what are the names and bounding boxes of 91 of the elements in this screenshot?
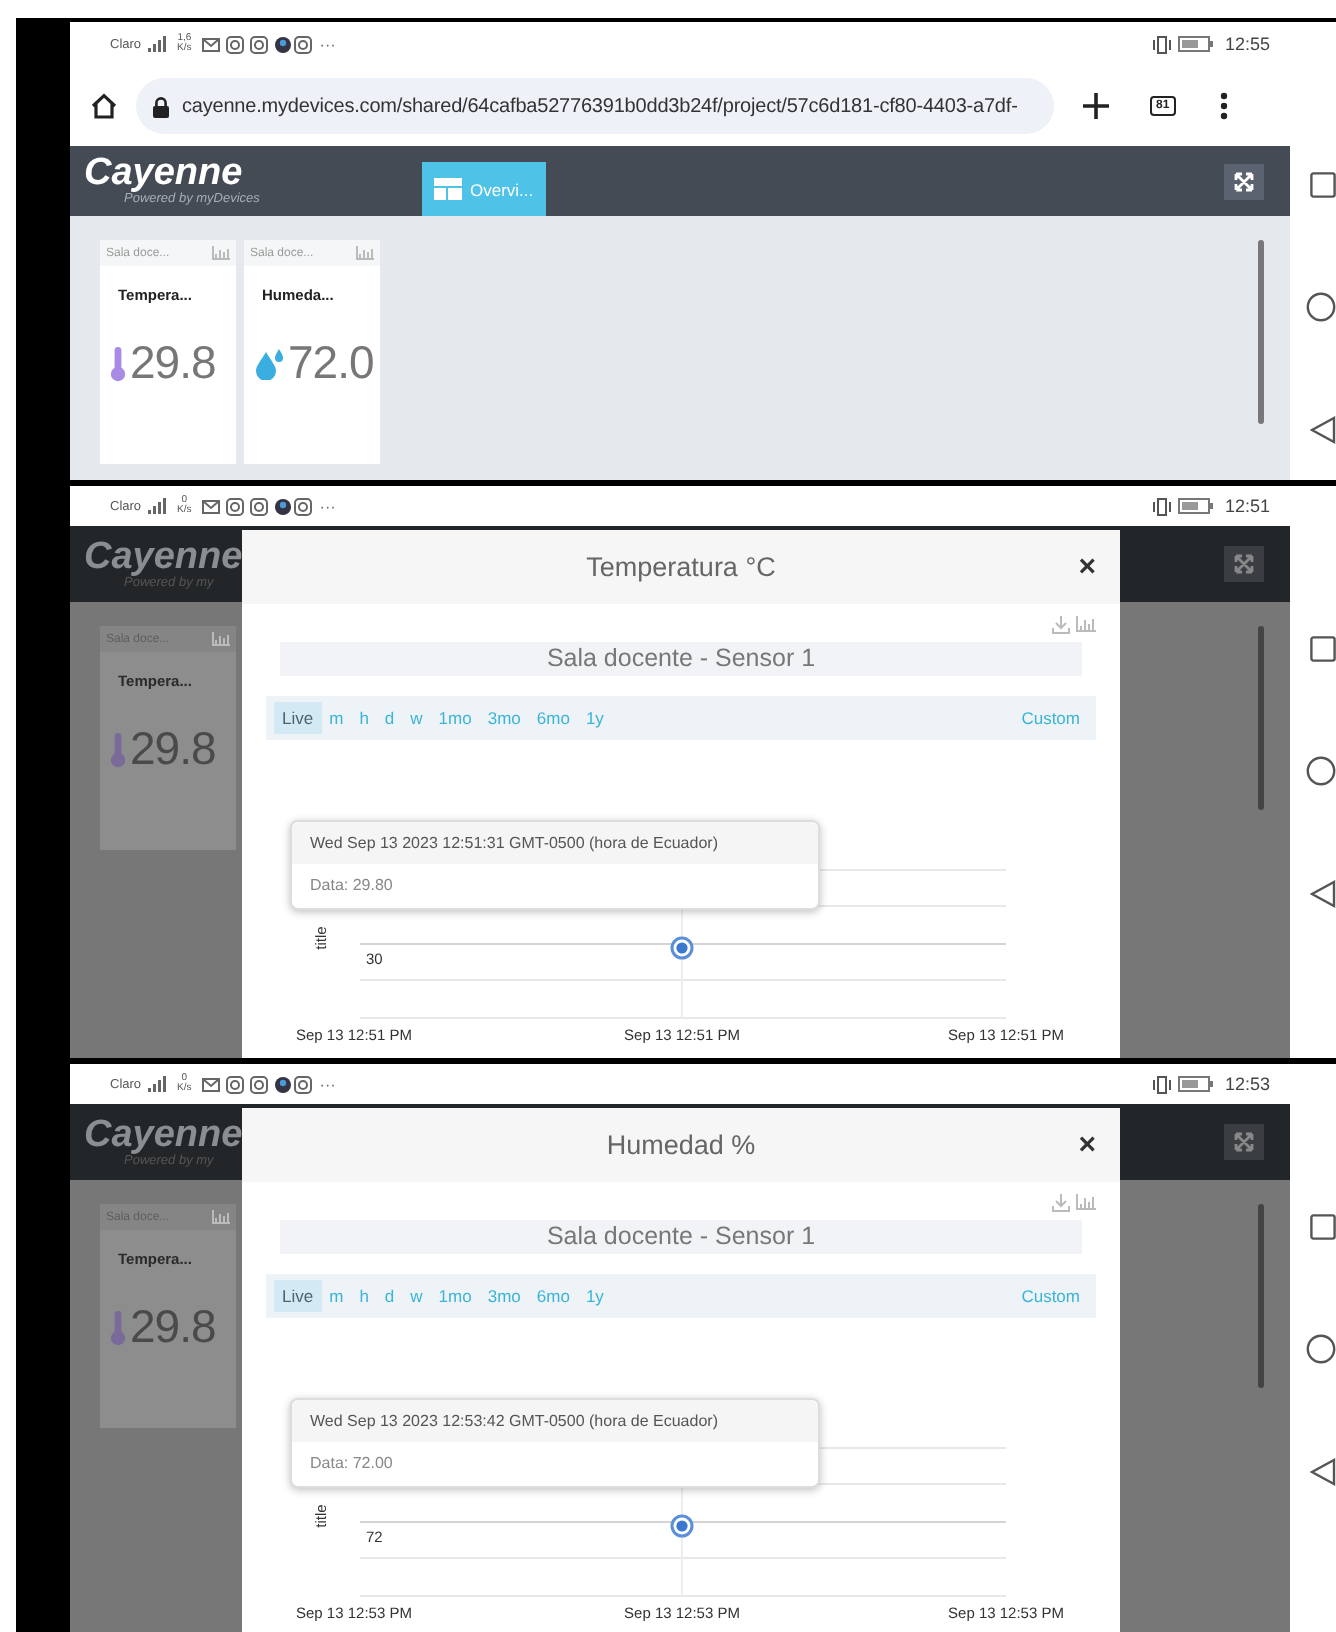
logo-text: Cayenne <box>84 537 245 575</box>
range-tab[interactable]: m <box>321 702 352 734</box>
scrollbar[interactable] <box>1258 240 1264 424</box>
range-tab[interactable]: h <box>351 1280 377 1312</box>
menu-icon[interactable] <box>1219 92 1228 120</box>
range-tab[interactable]: Live <box>274 702 322 734</box>
expand-icon <box>1234 1132 1254 1152</box>
thermometer-icon <box>110 345 126 381</box>
fullscreen-button[interactable] <box>1224 164 1264 200</box>
sensor-value: 29.8 <box>130 336 216 390</box>
close-button[interactable]: × <box>1078 552 1096 582</box>
water-drop-icon <box>254 347 284 379</box>
clock-time: 12:55 <box>1224 34 1270 54</box>
range-tab[interactable]: 6mo <box>528 702 578 734</box>
range-tab[interactable]: w <box>402 1280 431 1312</box>
thermometer-icon <box>110 731 126 767</box>
range-tab[interactable]: 3mo <box>479 1280 529 1312</box>
range-tab[interactable]: 3mo <box>479 702 529 734</box>
data-point <box>670 936 694 960</box>
range-tab[interactable]: 1y <box>577 702 612 734</box>
notification-icons-drawing <box>201 1075 314 1093</box>
square-icon[interactable] <box>1310 172 1336 198</box>
data-point <box>670 1514 694 1538</box>
range-tab[interactable]: m <box>321 1280 352 1312</box>
range-tab[interactable]: h <box>351 702 377 734</box>
plus-icon[interactable] <box>1082 92 1110 120</box>
back-icon[interactable] <box>1310 416 1336 444</box>
chart-icon <box>212 632 230 646</box>
back-icon[interactable] <box>1310 880 1336 908</box>
fullscreen-button[interactable] <box>1224 546 1264 582</box>
custom-range-tab[interactable]: Custom <box>1013 702 1088 734</box>
expand-icon <box>1234 554 1254 574</box>
range-tab[interactable]: w <box>402 702 431 734</box>
vibrate-icon <box>1152 497 1173 515</box>
address-bar[interactable]: cayenne.mydevices.com/shared/64cafba52776391b0dd3b24f/project/57c6d181-cf80-4403-a7df- <box>136 78 1054 134</box>
vibrate-icon <box>1152 1075 1173 1093</box>
range-tab[interactable]: Live <box>274 1280 322 1312</box>
thermometer-icon <box>110 1309 126 1345</box>
circle-icon[interactable] <box>1306 756 1336 786</box>
dashboard-icon <box>434 178 462 200</box>
sensor-value: 72.0 <box>288 336 374 390</box>
sensor-value: 29.8 <box>130 722 216 776</box>
square-icon[interactable] <box>1310 636 1336 662</box>
url-text: cayenne.mydevices.com/shared/64cafba52776391b0dd3b24f/project/57c6d181-cf80-4403-a7df- <box>182 95 1018 117</box>
clock-time: 12:53 <box>1224 1074 1270 1094</box>
battery-icon <box>1178 36 1215 52</box>
scrollbar[interactable] <box>1258 626 1264 810</box>
chart-icon <box>356 246 374 260</box>
fullscreen-button[interactable] <box>1224 1124 1264 1160</box>
lock-icon <box>152 95 170 117</box>
logo-text: Cayenne <box>84 154 243 192</box>
chart-icon <box>212 1210 230 1224</box>
more-notifications: ··· <box>319 497 336 515</box>
more-notifications: ··· <box>319 1075 336 1093</box>
expand-icon <box>1234 172 1254 192</box>
dialog-title: Humedad % <box>606 1130 756 1160</box>
back-icon[interactable] <box>1310 1458 1336 1486</box>
tooltip-time: Wed Sep 13 2023 12:53:42 GMT-0500 (hora de Ecuador) <box>292 1400 818 1442</box>
sensor-value: 29.8 <box>130 1300 216 1354</box>
tooltip-value: Data: 29.80 <box>308 874 395 898</box>
scrollbar[interactable] <box>1258 1204 1264 1388</box>
close-button[interactable]: × <box>1078 1130 1096 1160</box>
square-icon[interactable] <box>1310 1214 1336 1240</box>
range-tab[interactable]: 6mo <box>528 1280 578 1312</box>
signal-icon <box>147 1076 168 1092</box>
notification-icons-drawing <box>201 497 314 515</box>
range-tab[interactable]: 1y <box>577 1280 612 1312</box>
custom-range-tab[interactable]: Custom <box>1013 1280 1088 1312</box>
tooltip-value: Data: 72.00 <box>308 1452 395 1476</box>
signal-icon <box>147 36 168 52</box>
more-notifications: ··· <box>319 35 336 53</box>
logo-text: Cayenne <box>84 1115 245 1153</box>
notification-icons-drawing <box>201 35 314 53</box>
overview-tab[interactable]: Overvi... <box>422 162 546 216</box>
signal-icon <box>147 498 168 514</box>
range-tab[interactable]: 1mo <box>430 702 480 734</box>
range-tab[interactable]: d <box>376 702 403 734</box>
dialog-title: Temperatura °C <box>586 552 776 582</box>
device-name: Sala docente - Sensor 1 <box>280 642 1082 676</box>
circle-icon[interactable] <box>1306 1334 1336 1364</box>
vibrate-icon <box>1152 35 1173 53</box>
chart-icon <box>212 246 230 260</box>
home-icon[interactable] <box>90 92 118 120</box>
battery-icon <box>1178 498 1215 514</box>
range-tab[interactable]: 1mo <box>430 1280 480 1312</box>
range-tab[interactable]: d <box>376 1280 403 1312</box>
clock-time: 12:51 <box>1224 496 1270 516</box>
tooltip-time: Wed Sep 13 2023 12:51:31 GMT-0500 (hora de Ecuador) <box>292 822 818 864</box>
battery-icon <box>1178 1076 1215 1092</box>
circle-icon[interactable] <box>1306 292 1336 322</box>
device-name: Sala docente - Sensor 1 <box>280 1220 1082 1254</box>
